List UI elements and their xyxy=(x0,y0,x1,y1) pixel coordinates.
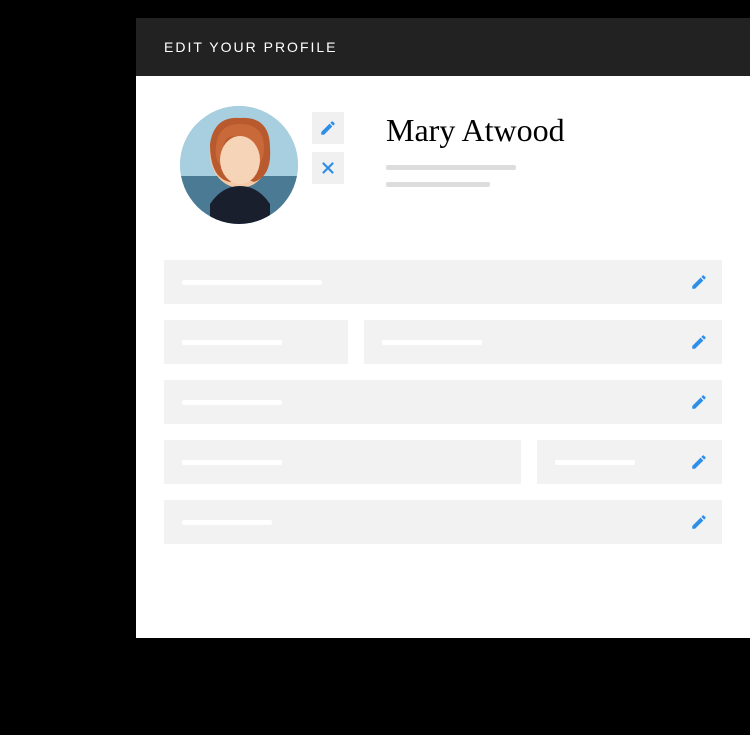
field-placeholder xyxy=(182,400,282,405)
profile-field[interactable] xyxy=(164,260,722,304)
field-placeholder xyxy=(382,340,482,345)
subtitle-placeholder-1 xyxy=(386,165,516,170)
pencil-icon xyxy=(690,513,708,531)
field-placeholder xyxy=(182,280,322,285)
profile-fields xyxy=(164,260,722,544)
field-placeholder xyxy=(182,460,282,465)
display-name: Mary Atwood xyxy=(386,112,565,149)
edit-field-button[interactable] xyxy=(690,453,708,471)
pencil-icon xyxy=(690,393,708,411)
edit-avatar-button[interactable] xyxy=(312,112,344,144)
profile-section: Mary Atwood xyxy=(180,106,722,224)
profile-field[interactable] xyxy=(164,320,348,364)
edit-field-button[interactable] xyxy=(690,513,708,531)
field-row-1 xyxy=(164,260,722,304)
edit-field-button[interactable] xyxy=(690,393,708,411)
avatar-image xyxy=(180,106,298,224)
edit-field-button[interactable] xyxy=(690,333,708,351)
remove-avatar-button[interactable] xyxy=(312,152,344,184)
field-row-2 xyxy=(164,320,722,364)
pencil-icon xyxy=(690,333,708,351)
profile-field[interactable] xyxy=(537,440,722,484)
modal-title: EDIT YOUR PROFILE xyxy=(164,39,338,55)
profile-field[interactable] xyxy=(364,320,722,364)
field-placeholder xyxy=(182,340,282,345)
name-block: Mary Atwood xyxy=(358,106,565,224)
field-row-3 xyxy=(164,380,722,424)
field-row-5 xyxy=(164,500,722,544)
profile-field[interactable] xyxy=(164,500,722,544)
pencil-icon xyxy=(319,119,337,137)
edit-profile-modal: EDIT YOUR PROFILE xyxy=(136,18,750,638)
avatar[interactable] xyxy=(180,106,298,224)
profile-field[interactable] xyxy=(164,380,722,424)
field-placeholder xyxy=(555,460,635,465)
field-placeholder xyxy=(182,520,272,525)
profile-field[interactable] xyxy=(164,440,521,484)
edit-field-button[interactable] xyxy=(690,273,708,291)
subtitle-placeholder-2 xyxy=(386,182,490,187)
modal-header: EDIT YOUR PROFILE xyxy=(136,18,750,76)
modal-body: Mary Atwood xyxy=(136,76,750,564)
pencil-icon xyxy=(690,453,708,471)
close-icon xyxy=(319,159,337,177)
pencil-icon xyxy=(690,273,708,291)
field-row-4 xyxy=(164,440,722,484)
avatar-actions xyxy=(312,106,344,224)
